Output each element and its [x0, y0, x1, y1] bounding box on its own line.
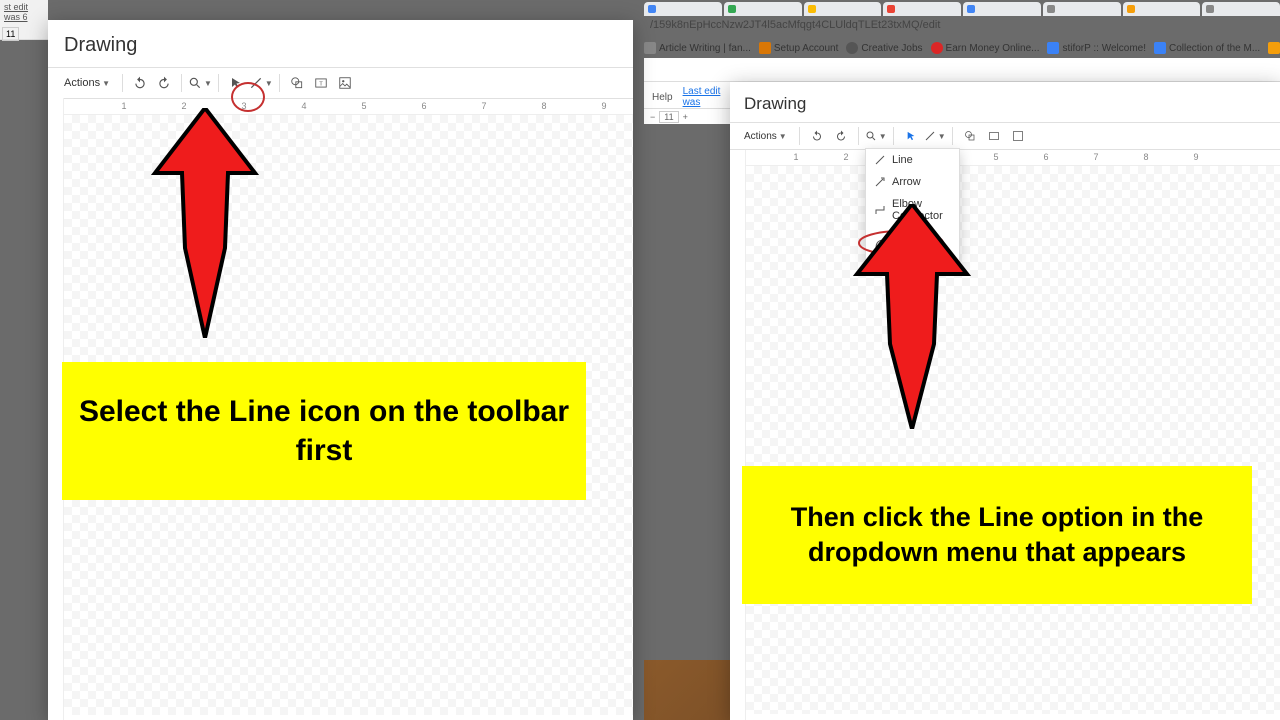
- select-tool[interactable]: [900, 125, 922, 147]
- zoom-button[interactable]: ▼: [188, 72, 212, 94]
- bg-stripe: [644, 58, 1280, 82]
- actions-menu[interactable]: Actions▼: [58, 72, 116, 94]
- image-tool[interactable]: [334, 72, 356, 94]
- browser-tab[interactable]: [1202, 2, 1280, 16]
- dialog-title: Drawing: [48, 20, 633, 67]
- bookmark-item[interactable]: Collection of the M...: [1154, 42, 1260, 54]
- line-tool[interactable]: ▼: [924, 125, 946, 147]
- url-bar[interactable]: /159k8nEpHccNzw2JT4l5acMfqgt4CLUldqTLEt2…: [644, 16, 1280, 34]
- last-edit-link[interactable]: Last edit was: [683, 86, 730, 108]
- instruction-caption-left: Select the Line icon on the toolbar firs…: [62, 362, 586, 500]
- browser-tab[interactable]: [1043, 2, 1121, 16]
- bookmark-item[interactable]: Setup Account: [759, 42, 839, 54]
- drawing-toolbar: Actions▼ ▼ ▼: [730, 122, 1280, 150]
- dropdown-item-line[interactable]: Line: [866, 149, 959, 171]
- bookmarks-bar: Article Writing | fan... Setup Account C…: [644, 38, 1280, 58]
- shape-tool[interactable]: [286, 72, 308, 94]
- ruler-horizontal: 1 2 3 4 5 6 7 8 9: [746, 150, 1280, 166]
- line-icon: [874, 154, 886, 166]
- menu-help[interactable]: Help: [652, 92, 673, 103]
- drawing-dialog-right: Drawing Actions▼ ▼ ▼ 1 2 3 4 5 6 7 8 9 L…: [730, 82, 1280, 720]
- font-size-box: 11: [2, 27, 19, 41]
- textbox-tool[interactable]: T: [310, 72, 332, 94]
- bookmark-item[interactable]: New Subsc: [1268, 42, 1280, 54]
- bg-docs-toolbar-left: st edit was 6 11: [0, 0, 48, 40]
- svg-text:T: T: [319, 81, 323, 87]
- drawing-canvas[interactable]: [746, 166, 1280, 714]
- zoom-button[interactable]: ▼: [865, 125, 887, 147]
- browser-tab[interactable]: [1123, 2, 1201, 16]
- bookmark-item[interactable]: stiforP :: Welcome!: [1047, 42, 1146, 54]
- dialog-title: Drawing: [730, 82, 1280, 122]
- bookmark-item[interactable]: Earn Money Online...: [931, 42, 1040, 54]
- drawing-toolbar: Actions▼ ▼ ▼ T: [48, 67, 633, 99]
- undo-button[interactable]: [129, 72, 151, 94]
- arrow-icon: [874, 176, 886, 188]
- last-edit-fragment: st edit was 6: [0, 0, 48, 24]
- image-tool[interactable]: [1007, 125, 1029, 147]
- browser-tab[interactable]: [644, 2, 722, 16]
- redo-button[interactable]: [153, 72, 175, 94]
- dropdown-item-arrow[interactable]: Arrow: [866, 171, 959, 193]
- bookmark-item[interactable]: Article Writing | fan...: [644, 42, 751, 54]
- url-text: /159k8nEpHccNzw2JT4l5acMfqgt4CLUldqTLEt2…: [650, 19, 940, 31]
- actions-menu[interactable]: Actions▼: [738, 125, 793, 147]
- bookmark-item[interactable]: Creative Jobs: [846, 42, 922, 54]
- red-arrow-annotation: [150, 108, 260, 338]
- shape-tool[interactable]: [959, 125, 981, 147]
- instruction-caption-right: Then click the Line option in the dropdo…: [742, 466, 1252, 604]
- textbox-tool[interactable]: [983, 125, 1005, 147]
- browser-tab[interactable]: [804, 2, 882, 16]
- browser-tab[interactable]: [724, 2, 802, 16]
- browser-tab[interactable]: [883, 2, 961, 16]
- browser-tabs: [644, 0, 1280, 16]
- ruler-vertical: [730, 150, 746, 720]
- redo-button[interactable]: [830, 125, 852, 147]
- undo-button[interactable]: [806, 125, 828, 147]
- browser-tab[interactable]: [963, 2, 1041, 16]
- docs-toolbar-fragment: −11+: [644, 108, 730, 124]
- red-arrow-annotation: [852, 204, 972, 429]
